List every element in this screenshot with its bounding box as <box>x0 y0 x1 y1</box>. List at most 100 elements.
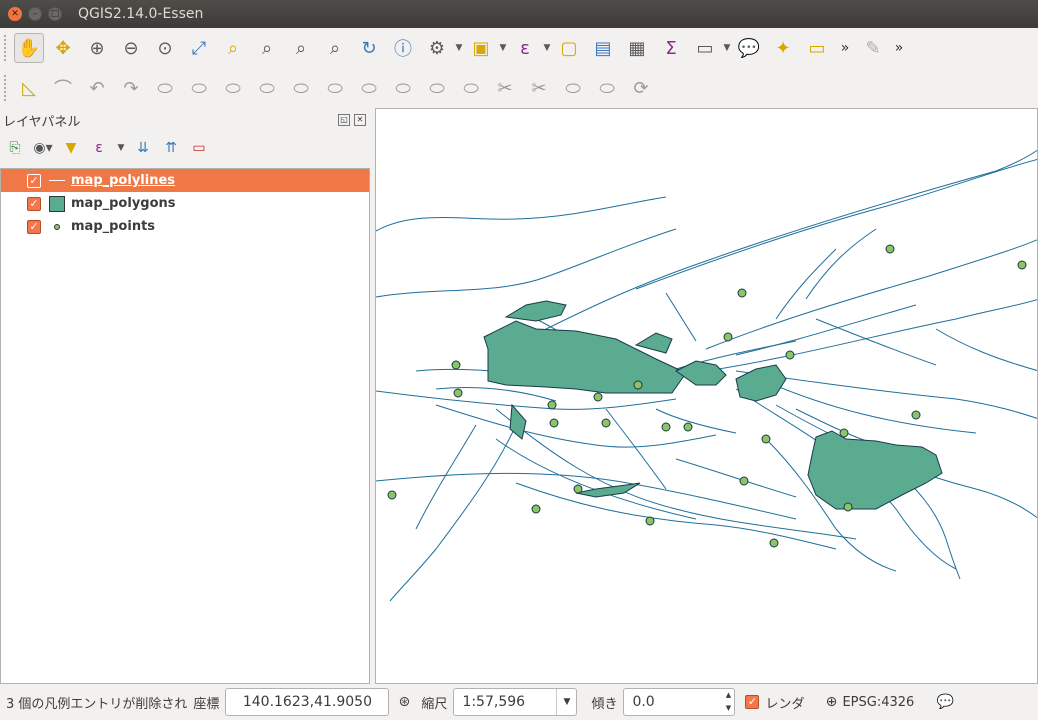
layer-panel: レイヤパネル ◱ ✕ ⎘ ◉▾ ▼ ε ▼ ⇊ ⇈ ▭ ✓ map_polyli… <box>0 108 370 684</box>
add-part-icon: ⬭ <box>293 77 309 99</box>
layer-visibility-checkbox[interactable]: ✓ <box>27 219 41 234</box>
coordinate-toggle-icon[interactable]: ⊛ <box>393 691 415 713</box>
fill-ring-icon: ⬭ <box>327 77 343 99</box>
split-parts-icon: ✂ <box>531 77 547 99</box>
zoom-to-selection-icon[interactable]: ⌕ <box>218 33 248 63</box>
layer-panel-title: レイヤパネル <box>3 114 81 130</box>
magnet-icon[interactable]: ⌒ <box>48 73 78 103</box>
crs-globe-icon[interactable]: ⊕ <box>820 691 842 713</box>
chevron-down-icon[interactable]: ▼ <box>556 689 576 715</box>
show-bookmarks-icon[interactable]: ▭ <box>802 33 832 63</box>
crs-status[interactable]: EPSG:4326 <box>842 695 914 710</box>
advanced-digitizing-toolbar: ◺ ⌒ ↶ ↷ ⬭ ⬭ ⬭ ⬭ ⬭ ⬭ ⬭ ⬭ ⬭ ⬭ ✂ ✂ ⬭ ⬭ ⟳ <box>0 70 700 106</box>
pan-icon[interactable]: ✋ <box>14 33 44 63</box>
rotation-spinbox[interactable]: 0.0 ▲ ▼ <box>623 688 736 716</box>
window-minimize-button[interactable]: – <box>28 7 42 21</box>
zoom-next-icon[interactable]: ⌕ <box>320 33 350 63</box>
status-bar: 3 個の凡例エントリが削除され 座標 140.1623,41.9050 ⊛ 縮尺… <box>0 684 1038 720</box>
collapse-all-icon[interactable]: ⇈ <box>160 137 182 159</box>
layer-panel-header: レイヤパネル ◱ ✕ <box>0 108 370 132</box>
refresh-icon[interactable]: ↻ <box>354 33 384 63</box>
new-bookmark-icon[interactable]: ✦ <box>768 33 798 63</box>
window-maximize-button[interactable]: □ <box>48 7 62 21</box>
statistics-icon[interactable]: Σ <box>656 33 686 63</box>
filter-icon[interactable]: ▼ <box>60 137 82 159</box>
scale-value: 1:57,596 <box>462 694 526 710</box>
toolbar-overflow-icon[interactable]: » <box>836 33 854 63</box>
float-panel-icon[interactable]: ◱ <box>338 114 350 126</box>
filter-dropdown-icon[interactable]: ▼ <box>116 137 126 159</box>
reshape-icon: ⬭ <box>429 77 445 99</box>
toolbar-overflow-2-icon[interactable]: » <box>892 33 906 63</box>
remove-layer-icon[interactable]: ▭ <box>188 137 210 159</box>
layer-visibility-checkbox[interactable]: ✓ <box>27 173 41 188</box>
zoom-in-icon[interactable]: ⊕ <box>82 33 112 63</box>
select-dropdown-icon[interactable]: ▼ <box>498 33 508 63</box>
zoom-last-icon[interactable]: ⌕ <box>286 33 316 63</box>
map-navigation-toolbar: ✋ ✥ ⊕ ⊖ ⊙ ⤢ ⌕ ⌕ ⌕ ⌕ ↻ ⓘ ⚙ ▼ ▣ ▼ ε ▼ ▢ ▤ … <box>0 30 1038 66</box>
window-close-button[interactable]: ✕ <box>8 7 22 21</box>
redo-icon[interactable]: ↷ <box>116 73 146 103</box>
layer-item-map-polygons[interactable]: ✓ map_polygons <box>1 192 369 215</box>
zoom-to-layer-icon[interactable]: ⌕ <box>252 33 282 63</box>
expand-all-icon[interactable]: ⇊ <box>132 137 154 159</box>
expression-dropdown-icon[interactable]: ▼ <box>542 33 552 63</box>
zoom-full-icon[interactable]: ⤢ <box>184 33 214 63</box>
delete-ring-icon: ⬭ <box>361 77 377 99</box>
zoom-out-icon[interactable]: ⊖ <box>116 33 146 63</box>
simplify-icon: ⬭ <box>225 77 241 99</box>
add-ring-icon: ⬭ <box>259 77 275 99</box>
undo-icon[interactable]: ↶ <box>82 73 112 103</box>
annotation-icon[interactable]: 💬 <box>734 33 764 63</box>
render-checkbox[interactable]: ✓ <box>745 695 760 709</box>
move-feature-icon: ⬭ <box>157 77 173 99</box>
spin-arrows-icon[interactable]: ▲ ▼ <box>722 689 734 715</box>
layer-panel-toolbar: ⎘ ◉▾ ▼ ε ▼ ⇊ ⇈ ▭ <box>0 132 370 164</box>
action-icon[interactable]: ⚙ <box>422 33 452 63</box>
status-message: 3 個の凡例エントリが削除され <box>6 696 188 712</box>
pan-to-selection-icon[interactable]: ✥ <box>48 33 78 63</box>
rotation-value: 0.0 <box>632 694 655 710</box>
layer-item-map-polylines[interactable]: ✓ map_polylines <box>1 169 369 192</box>
action-dropdown-icon[interactable]: ▼ <box>454 33 464 63</box>
offset-curve-icon: ⬭ <box>463 77 479 99</box>
snapping-icon[interactable]: ◺ <box>14 73 44 103</box>
map-layers <box>376 149 1037 602</box>
layer-item-map-points[interactable]: ✓ map_points <box>1 215 369 238</box>
measure-icon[interactable]: ▭ <box>690 33 720 63</box>
delete-part-icon: ⬭ <box>395 77 411 99</box>
merge-attributes-icon: ⬭ <box>599 77 615 99</box>
expression-select-icon[interactable]: ε <box>510 33 540 63</box>
rotation-label: 傾き <box>591 696 618 712</box>
polygon-symbol-icon <box>49 195 65 212</box>
scale-combobox[interactable]: 1:57,596 ▼ <box>453 688 578 716</box>
messages-icon[interactable]: 💬 <box>934 691 956 713</box>
title-bar: ✕ – □ QGIS2.14.0-Essen <box>0 0 1038 28</box>
select-icon[interactable]: ▣ <box>466 33 496 63</box>
layer-name: map_points <box>71 219 156 234</box>
rotate-feature-icon: ⬭ <box>191 77 207 99</box>
layer-name: map_polylines <box>71 173 176 188</box>
add-group-icon[interactable]: ⎘ <box>4 137 26 159</box>
close-panel-icon[interactable]: ✕ <box>354 114 366 126</box>
toolbar-grip[interactable] <box>4 35 10 61</box>
window-title: QGIS2.14.0-Essen <box>78 6 204 22</box>
identify-icon[interactable]: ⓘ <box>388 33 418 63</box>
scale-label: 縮尺 <box>421 696 448 712</box>
map-canvas[interactable] <box>375 108 1038 684</box>
layer-visibility-checkbox[interactable]: ✓ <box>27 196 41 211</box>
coordinate-field[interactable]: 140.1623,41.9050 <box>225 688 390 716</box>
measure-dropdown-icon[interactable]: ▼ <box>722 33 732 63</box>
line-symbol-icon <box>49 174 65 188</box>
zoom-actual-icon[interactable]: ⊙ <box>150 33 180 63</box>
deselect-icon[interactable]: ▢ <box>554 33 584 63</box>
coordinate-label: 座標 <box>193 696 220 712</box>
layer-name: map_polygons <box>71 196 176 211</box>
attribute-table-icon[interactable]: ▤ <box>588 33 618 63</box>
field-calculator-icon[interactable]: ▦ <box>622 33 652 63</box>
visibility-icon[interactable]: ◉▾ <box>32 137 54 159</box>
filter-expression-icon[interactable]: ε <box>88 137 110 159</box>
digitize-pencil-icon[interactable]: ✎ <box>858 33 888 63</box>
point-symbol-icon <box>49 220 65 234</box>
toolbar-grip[interactable] <box>4 75 10 101</box>
